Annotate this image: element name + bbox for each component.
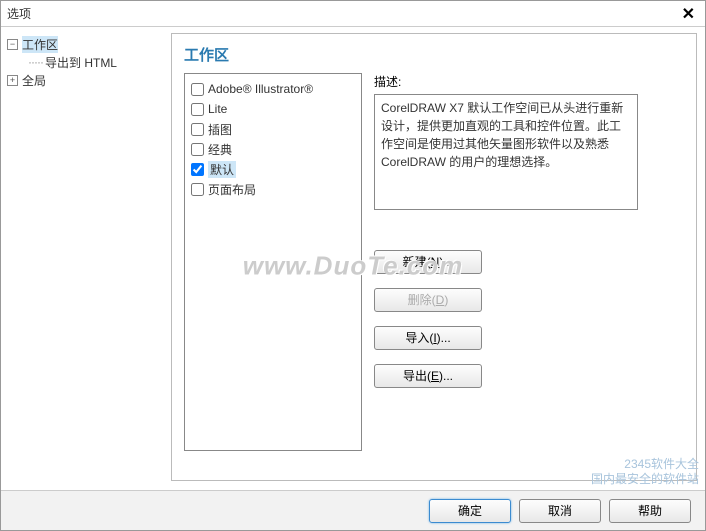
list-item[interactable]: 页面布局 [191,180,355,198]
main-area: − 工作区 ····· 导出到 HTML + 全局 工作区 Adobe® Ill… [1,27,705,487]
tree-item-export-html[interactable]: ····· 导出到 HTML [7,53,171,71]
title-bar: 选项 ✕ [1,1,705,27]
workspace-label: Lite [208,102,227,116]
workspace-checkbox[interactable] [191,163,204,176]
export-button[interactable]: 导出(E)... [374,364,482,388]
tree-leaf-icon: ····· [28,55,43,69]
new-button[interactable]: 新建(N)... [374,250,482,274]
delete-button: 删除(D) [374,288,482,312]
workspace-checkbox[interactable] [191,123,204,136]
button-stack: 新建(N)... 删除(D) 导入(I)... 导出(E)... [374,250,684,388]
section-title: 工作区 [184,44,684,65]
list-item[interactable]: Adobe® Illustrator® [191,80,355,98]
list-item[interactable]: 插图 [191,120,355,138]
description-box: CorelDRAW X7 默认工作空间已从头进行重新设计，提供更加直观的工具和控… [374,94,638,210]
content-row: Adobe® Illustrator® Lite 插图经典默认页面布局 描述: Co… [184,73,684,451]
close-icon[interactable]: ✕ [678,4,699,24]
workspace-label: Adobe® Illustrator® [208,82,313,96]
tree-label: 全局 [22,72,46,89]
tree-label: 导出到 HTML [45,54,117,71]
workspace-label: 页面布局 [208,181,256,198]
workspace-checkbox[interactable] [191,143,204,156]
workspace-label: 插图 [208,121,232,138]
workspace-label: 默认 [208,161,236,178]
list-item[interactable]: Lite [191,100,355,118]
ok-button[interactable]: 确定 [429,499,511,523]
tree-panel: − 工作区 ····· 导出到 HTML + 全局 [1,27,171,487]
workspace-checkbox[interactable] [191,183,204,196]
bottom-bar: 确定 取消 帮助 [1,490,705,530]
workspace-list[interactable]: Adobe® Illustrator® Lite 插图经典默认页面布局 [184,73,362,451]
tree-collapse-icon[interactable]: − [7,39,18,50]
list-item[interactable]: 经典 [191,140,355,158]
import-button[interactable]: 导入(I)... [374,326,482,350]
description-label: 描述: [374,73,684,90]
workspace-label: 经典 [208,141,232,158]
tree-item-workspace[interactable]: − 工作区 [7,35,171,53]
help-button[interactable]: 帮助 [609,499,691,523]
tree-expand-icon[interactable]: + [7,75,18,86]
workspace-checkbox[interactable] [191,103,204,116]
right-panel: 工作区 Adobe® Illustrator® Lite 插图经典默认页面布局 描述… [171,33,697,481]
list-item[interactable]: 默认 [191,160,355,178]
cancel-button[interactable]: 取消 [519,499,601,523]
tree-item-global[interactable]: + 全局 [7,71,171,89]
right-column: 描述: CorelDRAW X7 默认工作空间已从头进行重新设计，提供更加直观的… [374,73,684,451]
workspace-checkbox[interactable] [191,83,204,96]
window-title: 选项 [7,5,678,22]
tree-label: 工作区 [22,36,58,53]
